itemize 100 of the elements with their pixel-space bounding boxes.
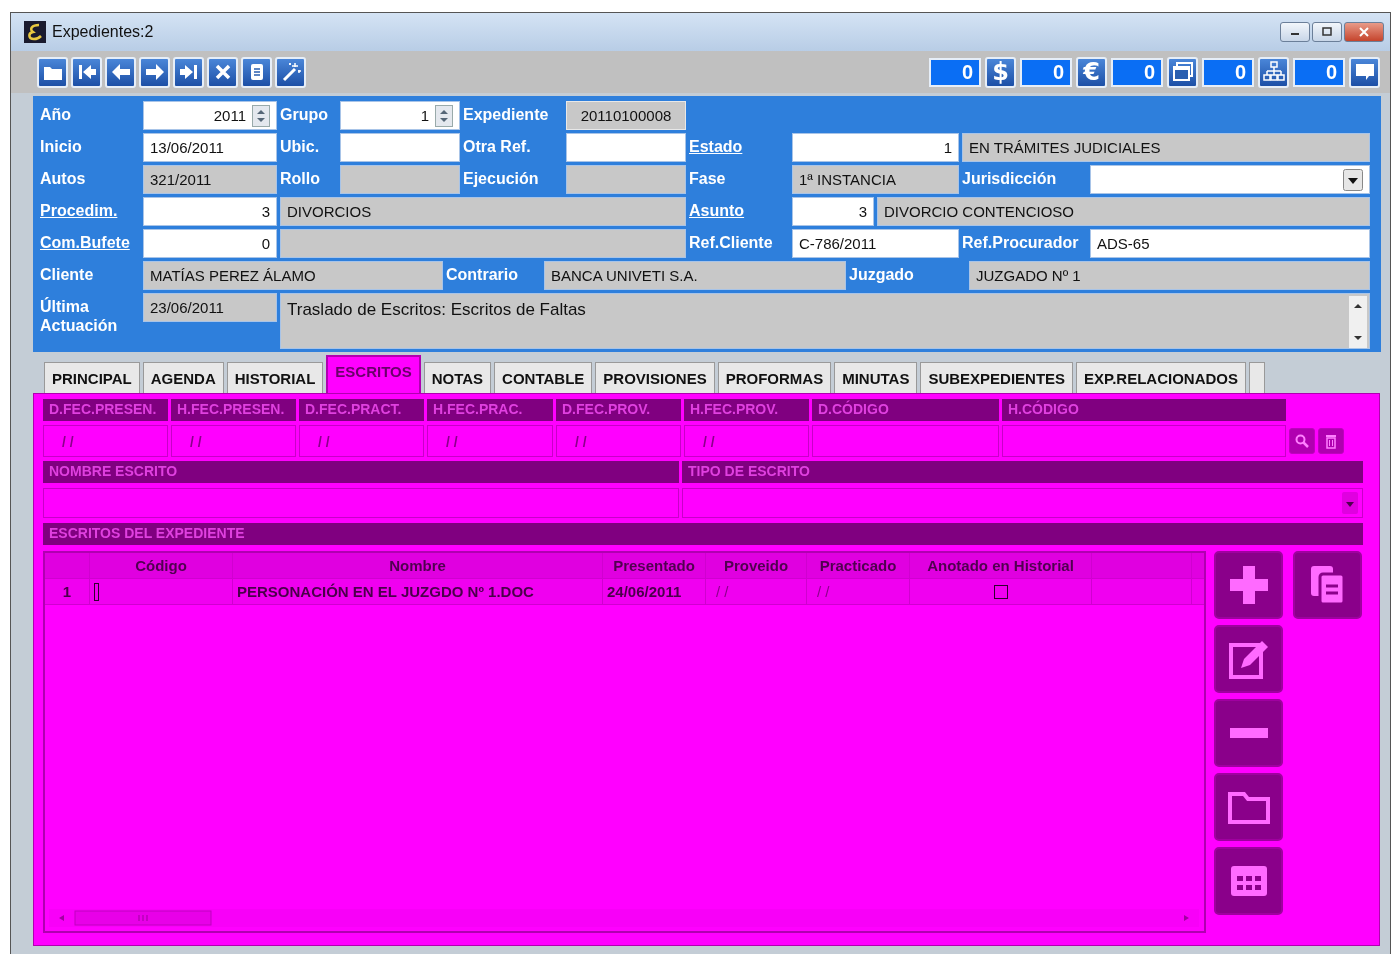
wand-button[interactable] (275, 56, 306, 88)
vertical-scrollbar[interactable] (1349, 296, 1367, 348)
document-button[interactable] (241, 56, 272, 88)
remove-button[interactable] (1214, 699, 1283, 767)
table-cell: / / (706, 579, 807, 604)
input-field[interactable]: 0 (143, 229, 277, 258)
tab-overflow (1249, 362, 1266, 393)
tab[interactable]: ESCRITOS (326, 355, 421, 393)
input-field[interactable]: 3 (792, 197, 874, 226)
input-field[interactable]: EN TRÁMITES JUDICIALES (962, 133, 1370, 162)
filter-field[interactable] (1002, 425, 1286, 457)
next-button[interactable] (139, 56, 170, 88)
close-button[interactable] (1344, 22, 1384, 42)
input-field[interactable] (43, 488, 679, 518)
input-field[interactable]: MATÍAS PEREZ ÁLAMO (143, 261, 443, 290)
table-cell: / / (807, 579, 910, 604)
search-icon (1294, 433, 1310, 449)
tab[interactable]: EXP.RELACIONADOS (1076, 362, 1247, 393)
input-field[interactable]: ADS-65 (1090, 229, 1370, 258)
text-cursor (94, 582, 99, 601)
input-field[interactable] (340, 165, 460, 194)
comment-button[interactable] (1349, 56, 1380, 88)
input-field[interactable]: 23/06/2011 (143, 293, 277, 322)
folder-button[interactable] (1214, 773, 1283, 841)
column-heading: H.FEC.PRAC. (427, 399, 553, 421)
search-button[interactable] (1289, 428, 1315, 454)
input-field[interactable]: 321/2011 (143, 165, 277, 194)
copy-button[interactable] (1293, 551, 1362, 619)
currency-button[interactable]: $ (985, 56, 1016, 88)
edit-button[interactable] (1214, 625, 1283, 693)
field-label: Última Actuación (40, 296, 119, 336)
input-field[interactable]: 1 (792, 133, 959, 162)
input-field[interactable]: 20110100008 (566, 101, 686, 130)
first-record-button[interactable] (71, 56, 102, 88)
tab[interactable]: CONTABLE (494, 362, 593, 393)
input-field[interactable] (280, 229, 686, 258)
currency-button[interactable]: € (1076, 56, 1107, 88)
maximize-icon (1321, 27, 1333, 37)
tab[interactable]: PROVISIONES (595, 362, 715, 393)
notes-area[interactable]: Traslado de Escritos: Escritos de Faltas (280, 293, 1370, 349)
tab[interactable]: HISTORIAL (226, 362, 324, 393)
column-header[interactable]: Presentado (603, 553, 706, 578)
hierarchy-button[interactable] (1258, 56, 1289, 88)
column-heading: D.FEC.PRESEN. (43, 399, 168, 421)
field-label: Expediente (463, 105, 550, 125)
delete-button[interactable] (207, 56, 238, 88)
app-logo-icon (24, 21, 46, 43)
maximize-button[interactable] (1312, 22, 1342, 42)
field-label: Ref.Procurador (962, 233, 1080, 253)
column-header[interactable]: Anotado en Historial (910, 553, 1092, 578)
spinner-field[interactable]: 2011 (143, 101, 277, 130)
input-field[interactable] (566, 165, 686, 194)
dropdown-field[interactable] (1090, 165, 1370, 194)
dropdown-field[interactable] (682, 488, 1363, 518)
input-field[interactable]: BANCA UNIVETI S.A. (544, 261, 846, 290)
tab[interactable]: AGENDA (142, 362, 224, 393)
filter-field[interactable] (812, 425, 999, 457)
table-cell: PERSONACIÓN EN EL JUZGDO Nº 1.DOC (233, 579, 603, 604)
column-heading: D.FEC.PROV. (556, 399, 681, 421)
tab[interactable]: PRINCIPAL (44, 362, 140, 393)
input-field[interactable]: JUZGADO Nº 1 (969, 261, 1370, 290)
field-label: Cliente (40, 265, 95, 285)
last-record-button[interactable] (173, 56, 204, 88)
column-heading: D.CÓDIGO (812, 399, 999, 421)
input-field[interactable]: 1ª INSTANCIA (792, 165, 959, 194)
column-header[interactable]: Código (90, 553, 233, 578)
field-link[interactable]: Procedim. (40, 197, 140, 226)
column-header[interactable]: Proveido (706, 553, 807, 578)
field-label: Jurisdicción (962, 169, 1058, 189)
input-field[interactable]: DIVORCIO CONTENCIOSO (877, 197, 1370, 226)
counter-field: 0 (1020, 57, 1072, 87)
input-field[interactable] (566, 133, 686, 162)
add-button[interactable] (1214, 551, 1283, 619)
column-header[interactable]: Practicado (807, 553, 910, 578)
input-field[interactable]: 3 (143, 197, 277, 226)
tab[interactable]: MINUTAS (834, 362, 918, 393)
windows-button[interactable] (1167, 56, 1198, 88)
checkbox[interactable] (993, 584, 1008, 599)
column-header[interactable]: Nombre (233, 553, 603, 578)
trash-button[interactable] (1318, 428, 1344, 454)
input-field[interactable] (340, 133, 460, 162)
input-field[interactable]: 13/06/2011 (143, 133, 277, 162)
table-cell: 24/06/2011 (603, 579, 706, 604)
input-field[interactable]: C-786/2011 (792, 229, 959, 258)
field-link[interactable]: Com.Bufete (40, 229, 140, 258)
spinner-field[interactable]: 1 (340, 101, 460, 130)
grid-button[interactable] (1214, 847, 1283, 915)
row-number: 1 (45, 579, 90, 604)
input-field[interactable]: DIVORCIOS (280, 197, 686, 226)
spinner-arrows-icon[interactable] (252, 104, 270, 127)
field-link[interactable]: Estado (689, 133, 789, 162)
tab[interactable]: PROFORMAS (717, 362, 832, 393)
window-title: Expedientes:2 (52, 23, 154, 41)
tab[interactable]: SUBEXPEDIENTES (920, 362, 1074, 393)
previous-button[interactable] (105, 56, 136, 88)
field-link[interactable]: Asunto (689, 197, 789, 226)
tab[interactable]: NOTAS (423, 362, 492, 393)
horizontal-scrollbar[interactable] (49, 909, 1199, 927)
spinner-arrows-icon[interactable] (435, 104, 453, 127)
minimize-button[interactable] (1280, 22, 1310, 42)
